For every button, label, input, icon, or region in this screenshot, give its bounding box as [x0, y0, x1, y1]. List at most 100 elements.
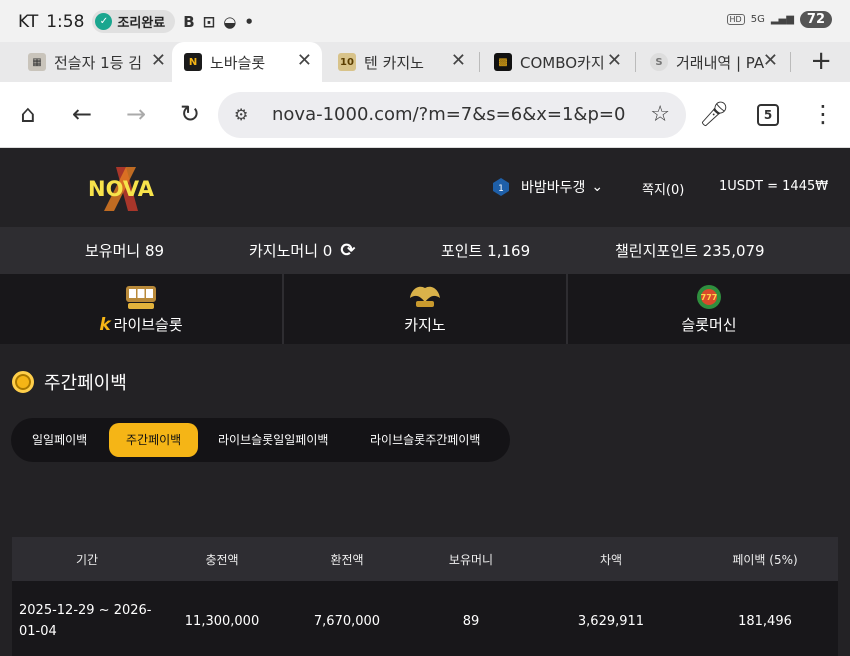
- refresh-icon[interactable]: ⟳: [340, 240, 355, 261]
- hd-voice-icon: HD: [726, 14, 745, 25]
- tab-separator: [479, 52, 480, 72]
- column-header: 차액: [599, 552, 623, 567]
- close-tab-icon[interactable]: ✕: [151, 50, 166, 71]
- tab-separator: [635, 52, 636, 72]
- browser-tab-title: 텐 카지노: [364, 53, 424, 72]
- tab-live-slot-daily-payback[interactable]: 라이브슬롯일일페이백: [218, 423, 328, 457]
- close-tab-icon[interactable]: ✕: [763, 50, 778, 71]
- site-settings-icon[interactable]: ⚙: [234, 105, 248, 124]
- svg-text:1: 1: [498, 184, 504, 194]
- back-icon[interactable]: ←: [69, 100, 95, 128]
- bookmark-star-icon[interactable]: ☆: [650, 102, 670, 127]
- live-activity-pill[interactable]: ✓ 조리완료: [92, 10, 176, 33]
- menu-icon[interactable]: ⋮: [810, 100, 836, 128]
- close-tab-icon[interactable]: ✕: [451, 50, 466, 71]
- status-bar: KT 1:58 ✓ 조리완료 B ⊡ ◒ • HD 5G ▂▄▆ 72: [0, 0, 850, 42]
- page-title-text: 주간페이백: [44, 373, 127, 394]
- screenshot-icon: ⊡: [202, 12, 216, 31]
- tab-live-slot-weekly-payback[interactable]: 라이브슬롯주간페이백: [370, 423, 480, 457]
- new-tab-icon[interactable]: +: [810, 46, 832, 76]
- 777-slot-icon: 777: [697, 285, 721, 309]
- tab-strip: ▦ 전슬자 1등 김 ✕ N 노바슬롯 ✕ 10 텐 카지노 ✕ ▩ COMBO…: [0, 42, 850, 82]
- messages-link[interactable]: 쪽지(0): [642, 179, 684, 198]
- blog-app-icon: B: [183, 12, 195, 31]
- s-favicon-icon: S: [650, 53, 668, 71]
- forward-icon[interactable]: →: [123, 100, 149, 128]
- points-balance: 포인트 1,169: [441, 242, 531, 260]
- user-menu[interactable]: 바밤바두갱 ⌄: [521, 177, 603, 197]
- payback-table: 기간 충전액 환전액 보유머니 차액 페이백 (5%) 2025-12-29 ~…: [12, 537, 838, 656]
- chevron-down-icon: ⌄: [591, 179, 604, 195]
- browser-tab-3[interactable]: 10 텐 카지노 ✕: [326, 42, 476, 82]
- carrier-label: KT: [18, 11, 39, 32]
- browser-tab-1[interactable]: ▦ 전슬자 1등 김 ✕: [16, 42, 176, 82]
- casino-money-text: 카지노머니 0: [249, 242, 333, 260]
- site-header: NOVA 1 바밤바두갱 ⌄ 쪽지(0) 1USDT = 1445₩: [0, 149, 850, 227]
- signal-icon: ▂▄▆: [770, 14, 794, 25]
- cell-withdraw: 7,670,000: [313, 613, 381, 629]
- browser-tab-4[interactable]: ▩ COMBO카지 ✕: [482, 42, 632, 82]
- nav-slot-machine[interactable]: 777 슬롯머신: [568, 274, 850, 344]
- casino-money-balance: 카지노머니 0 ⟳: [249, 240, 355, 261]
- browser-toolbar: ⌂ ← → ↻ ⚙ nova-1000.com/?m=7&s=6&x=1&p=0…: [0, 82, 850, 148]
- slot-favicon-icon: ▦: [28, 53, 46, 71]
- column-header: 기간: [75, 552, 99, 567]
- home-icon[interactable]: ⌂: [15, 100, 41, 128]
- nav-label: 슬롯머신: [681, 316, 737, 334]
- cell-deposit: 11,300,000: [184, 613, 260, 629]
- money-balance: 보유머니 89: [85, 242, 165, 260]
- combo-favicon-icon: ▩: [494, 53, 512, 71]
- coin-icon: [12, 371, 34, 393]
- exchange-rate: 1USDT = 1445₩: [719, 179, 829, 194]
- cell-difference: 3,629,911: [577, 613, 645, 629]
- url-text[interactable]: nova-1000.com/?m=7&s=6&x=1&p=0: [272, 104, 625, 125]
- svg-text:777: 777: [701, 293, 718, 302]
- tab-count-button[interactable]: 5: [757, 104, 779, 126]
- nova-logo[interactable]: NOVA: [76, 165, 166, 213]
- more-notifications-icon: •: [244, 12, 254, 31]
- username: 바밤바두갱: [521, 180, 586, 196]
- table-row: 2025-12-29 ~ 2026-01-04 11,300,000 7,670…: [12, 581, 838, 656]
- nav-casino[interactable]: 카지노: [284, 274, 568, 344]
- network-5g-icon: 5G: [750, 14, 765, 25]
- game-category-nav: k 라이브슬롯 카지노 777 슬롯머신: [0, 274, 850, 344]
- cell-payback: 181,496: [738, 613, 792, 629]
- nova-favicon-icon: N: [184, 53, 202, 71]
- challenge-points-balance: 챌린지포인트 235,079: [615, 242, 765, 260]
- browser-tab-2[interactable]: N 노바슬롯 ✕: [172, 42, 322, 82]
- column-header: 환전액: [330, 552, 364, 567]
- cell-period: 2025-12-29 ~ 2026-01-04: [19, 603, 152, 639]
- browser-tab-title: 전슬자 1등 김: [54, 53, 143, 72]
- clock: 1:58: [46, 11, 85, 32]
- k-brand-icon: k: [99, 314, 111, 335]
- cell-money: 89: [462, 613, 480, 629]
- nav-label: 카지노: [404, 316, 446, 334]
- reload-icon[interactable]: ↻: [177, 100, 203, 128]
- nav-live-slot[interactable]: k 라이브슬롯: [0, 274, 284, 344]
- nav-label: 라이브슬롯: [113, 316, 183, 334]
- close-tab-icon[interactable]: ✕: [607, 50, 622, 71]
- cooking-icon: ✓: [95, 13, 113, 30]
- bowl-icon: ◒: [223, 12, 237, 31]
- close-tab-icon[interactable]: ✕: [297, 50, 312, 71]
- tab-daily-payback[interactable]: 일일페이백: [32, 423, 87, 457]
- logo-text: NOVA: [88, 177, 155, 201]
- live-activity-text: 조리완료: [117, 16, 166, 31]
- user-level-icon: 1: [493, 178, 509, 196]
- payback-tabs: 일일페이백 주간페이백 라이브슬롯일일페이백 라이브슬롯주간페이백: [11, 418, 510, 462]
- microphone-icon[interactable]: 🎤︎: [699, 100, 729, 128]
- tab-weekly-payback[interactable]: 주간페이백: [109, 423, 199, 457]
- column-header: 충전액: [205, 552, 239, 567]
- browser-tab-title: 거래내역 | PA: [676, 53, 765, 72]
- slot-machine-icon: [126, 286, 156, 309]
- tab-separator: [790, 52, 791, 72]
- battery-indicator: 72: [799, 11, 832, 28]
- browser-tab-5[interactable]: S 거래내역 | PA ✕: [638, 42, 788, 82]
- balance-bar: 보유머니 89 카지노머니 0 ⟳ 포인트 1,169 챌린지포인트 235,0…: [0, 227, 850, 274]
- ten-favicon-icon: 10: [338, 53, 356, 71]
- column-header: 보유머니: [448, 552, 494, 567]
- address-bar[interactable]: ⚙ nova-1000.com/?m=7&s=6&x=1&p=0 ☆: [218, 92, 686, 138]
- page-title: 주간페이백: [12, 369, 127, 395]
- column-header: 페이백 (5%): [732, 552, 798, 567]
- browser-tab-title: COMBO카지: [520, 53, 605, 72]
